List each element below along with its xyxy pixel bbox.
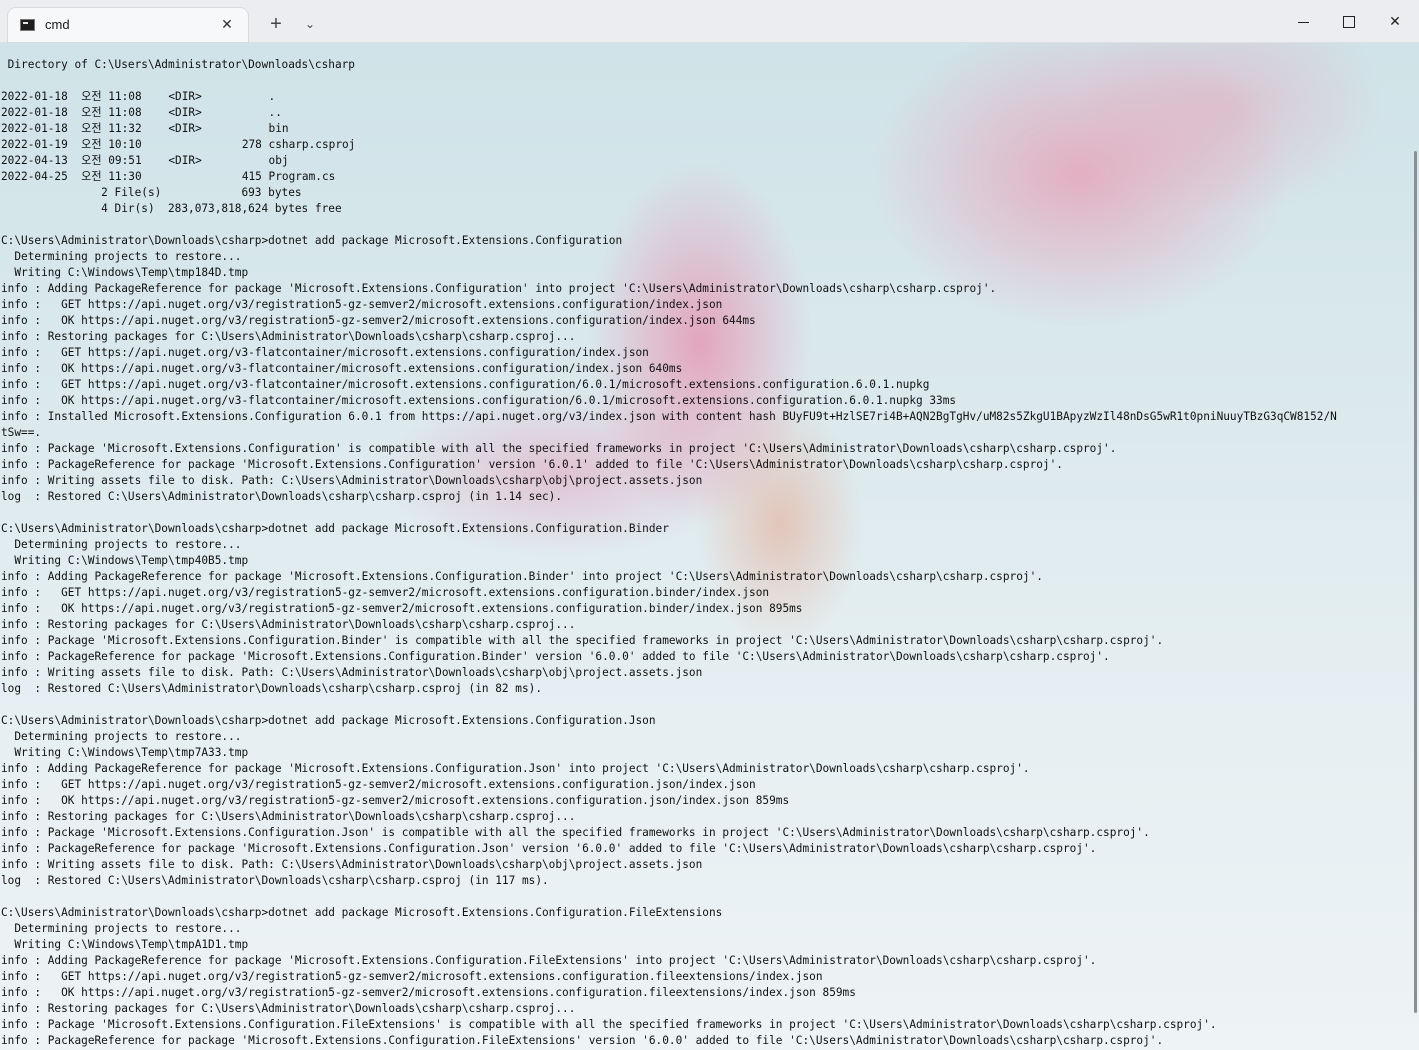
minimize-icon (1297, 21, 1309, 23)
terminal-line: Writing C:\Windows\Temp\tmp40B5.tmp (1, 554, 249, 567)
terminal-line: info : Installed Microsoft.Extensions.Co… (1, 410, 1337, 423)
scrollbar[interactable] (1414, 151, 1417, 1013)
terminal-line: 2022-01-18 오전 11:32 <DIR> bin (1, 122, 289, 135)
terminal-line: 2022-04-13 오전 09:51 <DIR> obj (1, 154, 289, 167)
terminal-line: info : Restoring packages for C:\Users\A… (1, 810, 576, 823)
terminal-line: info : Package 'Microsoft.Extensions.Con… (1, 442, 1117, 455)
terminal-line: info : PackageReference for package 'Mic… (1, 1034, 1164, 1047)
terminal-line: 4 Dir(s) 283,073,818,624 bytes free (1, 202, 342, 215)
tab-cmd[interactable]: cmd ✕ (8, 8, 248, 42)
terminal-line: Determining projects to restore... (1, 922, 242, 935)
terminal-icon (20, 19, 35, 31)
terminal-line: info : Writing assets file to disk. Path… (1, 474, 703, 487)
terminal-line: info : OK https://api.nuget.org/v3/regis… (1, 986, 856, 999)
terminal-line: info : Writing assets file to disk. Path… (1, 666, 703, 679)
chevron-down-icon[interactable]: ⌄ (300, 13, 320, 35)
terminal-line: info : PackageReference for package 'Mic… (1, 650, 1110, 663)
terminal-pane[interactable]: Directory of C:\Users\Administrator\Down… (0, 43, 1419, 1050)
terminal-line: info : GET https://api.nuget.org/v3/regi… (1, 586, 770, 599)
terminal-line: log : Restored C:\Users\Administrator\Do… (1, 490, 563, 503)
terminal-line: info : Writing assets file to disk. Path… (1, 858, 703, 871)
title-bar[interactable]: cmd ✕ + ⌄ ✕ (0, 0, 1419, 43)
terminal-line: 2022-04-25 오전 11:30 415 Program.cs (1, 170, 336, 183)
tab-close-icon[interactable]: ✕ (218, 14, 236, 34)
terminal-line: info : Package 'Microsoft.Extensions.Con… (1, 826, 1150, 839)
terminal-line: log : Restored C:\Users\Administrator\Do… (1, 682, 542, 695)
terminal-line: info : GET https://api.nuget.org/v3/regi… (1, 970, 823, 983)
terminal-line: 2022-01-18 오전 11:08 <DIR> .. (1, 106, 282, 119)
terminal-line: Determining projects to restore... (1, 538, 242, 551)
terminal-output: Directory of C:\Users\Administrator\Down… (1, 57, 1406, 1049)
close-window-button[interactable]: ✕ (1372, 4, 1418, 38)
terminal-line: Writing C:\Windows\Temp\tmpA1D1.tmp (1, 938, 249, 951)
terminal-line: info : OK https://api.nuget.org/v3/regis… (1, 794, 790, 807)
terminal-line: info : Package 'Microsoft.Extensions.Con… (1, 634, 1164, 647)
terminal-line: info : OK https://api.nuget.org/v3-flatc… (1, 394, 957, 407)
terminal-line: C:\Users\Administrator\Downloads\csharp>… (1, 234, 623, 247)
terminal-line: 2022-01-19 오전 10:10 278 csharp.csproj (1, 138, 356, 151)
terminal-line: info : PackageReference for package 'Mic… (1, 458, 1063, 471)
maximize-icon (1343, 16, 1355, 29)
terminal-line: Writing C:\Windows\Temp\tmp184D.tmp (1, 266, 249, 279)
terminal-line: tSw==. (1, 426, 42, 439)
terminal-line: Determining projects to restore... (1, 250, 242, 263)
terminal-line: info : GET https://api.nuget.org/v3-flat… (1, 378, 930, 391)
maximize-button[interactable] (1326, 4, 1372, 38)
minimize-button[interactable] (1280, 4, 1326, 38)
terminal-line: info : Adding PackageReference for packa… (1, 282, 997, 295)
terminal-line: info : Adding PackageReference for packa… (1, 954, 1097, 967)
terminal-line: info : OK https://api.nuget.org/v3-flatc… (1, 362, 683, 375)
terminal-line: Determining projects to restore... (1, 730, 242, 743)
terminal-line: C:\Users\Administrator\Downloads\csharp>… (1, 714, 656, 727)
terminal-line: info : Restoring packages for C:\Users\A… (1, 330, 576, 343)
terminal-line: Directory of C:\Users\Administrator\Down… (1, 58, 355, 71)
tab-title: cmd (45, 17, 70, 32)
terminal-line: info : PackageReference for package 'Mic… (1, 842, 1097, 855)
terminal-line: info : OK https://api.nuget.org/v3/regis… (1, 602, 803, 615)
terminal-line: info : GET https://api.nuget.org/v3-flat… (1, 346, 649, 359)
terminal-line: info : Package 'Microsoft.Extensions.Con… (1, 1018, 1217, 1031)
terminal-line: info : Restoring packages for C:\Users\A… (1, 1002, 576, 1015)
terminal-line: info : GET https://api.nuget.org/v3/regi… (1, 298, 723, 311)
terminal-line: info : Adding PackageReference for packa… (1, 762, 1030, 775)
terminal-line: C:\Users\Administrator\Downloads\csharp>… (1, 522, 669, 535)
terminal-line: log : Restored C:\Users\Administrator\Do… (1, 874, 549, 887)
terminal-line: C:\Users\Administrator\Downloads\csharp>… (1, 906, 723, 919)
terminal-line: info : Restoring packages for C:\Users\A… (1, 618, 576, 631)
terminal-line: info : Adding PackageReference for packa… (1, 570, 1043, 583)
terminal-line: info : GET https://api.nuget.org/v3/regi… (1, 778, 756, 791)
terminal-line: 2 File(s) 693 bytes (1, 186, 302, 199)
terminal-line: info : OK https://api.nuget.org/v3/regis… (1, 314, 756, 327)
terminal-line: 2022-01-18 오전 11:08 <DIR> . (1, 90, 276, 103)
new-tab-button[interactable]: + (264, 12, 288, 36)
terminal-line: Writing C:\Windows\Temp\tmp7A33.tmp (1, 746, 249, 759)
